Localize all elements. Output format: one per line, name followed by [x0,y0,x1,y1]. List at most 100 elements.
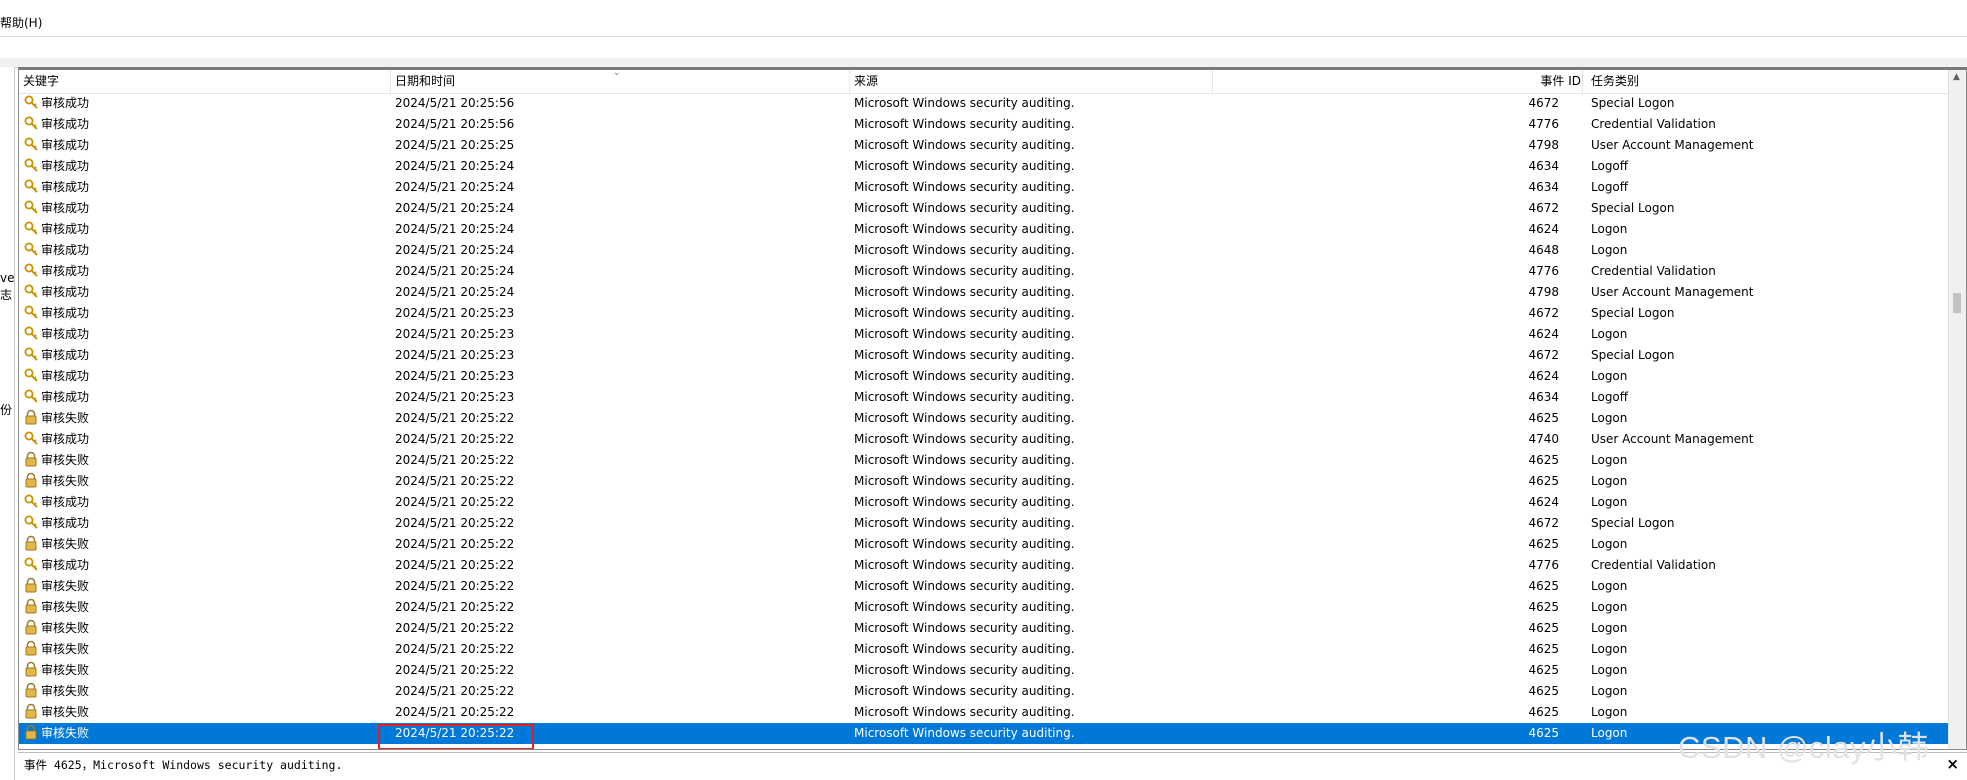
cell-task-category: Logon [1591,474,1628,488]
column-header-keyword[interactable]: 关键字 [19,70,391,93]
cell-datetime: 2024/5/21 20:25:24 [395,243,515,257]
table-row[interactable]: 审核成功 2024/5/21 20:25:56 Microsoft Windows … [19,93,1949,114]
cell-task-category: Logon [1591,600,1628,614]
cell-task-category: Logon [1591,453,1628,467]
chevron-up-icon[interactable]: ▲ [1953,72,1960,82]
vertical-scrollbar[interactable]: ▲ [1948,70,1966,749]
cell-datetime: 2024/5/21 20:25:56 [395,96,515,110]
cell-event-id: 4672 [1528,516,1559,530]
column-header-row: 关键字 日期和时间 ⌄ 来源 事件 ID 任务类别 [19,70,1966,94]
cell-source: Microsoft Windows security auditing. [854,348,1075,362]
table-row[interactable]: 审核失败 2024/5/21 20:25:22 Microsoft Windows … [19,723,1949,749]
table-row[interactable]: 审核成功 2024/5/21 20:25:22 Microsoft Windows … [19,492,1949,513]
table-row[interactable]: 审核成功 2024/5/21 20:25:23 Microsoft Windows … [19,366,1949,387]
cell-task-category: Logon [1591,537,1628,551]
key-icon [24,305,38,319]
table-row[interactable]: 审核成功 2024/5/21 20:25:24 Microsoft Windows … [19,282,1949,303]
cell-event-id: 4625 [1528,600,1559,614]
table-row[interactable]: 审核失败 2024/5/21 20:25:22 Microsoft Windows … [19,681,1949,702]
table-row[interactable]: 审核失败 2024/5/21 20:25:22 Microsoft Windows … [19,576,1949,597]
table-row[interactable]: 审核失败 2024/5/21 20:25:22 Microsoft Windows … [19,597,1949,618]
cell-source: Microsoft Windows security auditing. [854,411,1075,425]
cell-event-id: 4672 [1528,96,1559,110]
table-row[interactable]: 审核成功 2024/5/21 20:25:24 Microsoft Windows … [19,240,1949,261]
cell-task-category: Special Logon [1591,348,1675,362]
cell-datetime: 2024/5/21 20:25:22 [395,558,515,572]
cell-source: Microsoft Windows security auditing. [854,600,1075,614]
cell-keyword: 审核成功 [23,387,403,408]
column-header-source[interactable]: 来源 [850,70,1213,93]
cell-datetime: 2024/5/21 20:25:22 [395,621,515,635]
table-row[interactable]: 审核失败 2024/5/21 20:25:22 Microsoft Windows … [19,660,1949,681]
cell-keyword: 审核成功 [23,492,403,513]
cell-keyword-text: 审核失败 [41,537,90,551]
left-navigation-pane[interactable]: ve 志 份 [0,67,15,780]
table-row[interactable]: 审核成功 2024/5/21 20:25:24 Microsoft Windows … [19,261,1949,282]
table-row[interactable]: 审核成功 2024/5/21 20:25:24 Microsoft Windows … [19,198,1949,219]
cell-source: Microsoft Windows security auditing. [854,180,1075,194]
cell-source: Microsoft Windows security auditing. [854,96,1075,110]
cell-event-id: 4672 [1528,201,1559,215]
cell-task-category: User Account Management [1591,138,1754,152]
table-row[interactable]: 审核成功 2024/5/21 20:25:24 Microsoft Windows … [19,219,1949,240]
table-row[interactable]: 审核失败 2024/5/21 20:25:22 Microsoft Windows … [19,471,1949,492]
cell-keyword-text: 审核成功 [41,390,90,404]
scrollbar-thumb[interactable] [1953,293,1961,313]
cell-datetime: 2024/5/21 20:25:24 [395,159,515,173]
cell-keyword: 审核成功 [23,366,403,387]
cell-source: Microsoft Windows security auditing. [854,558,1075,572]
table-row[interactable]: 审核失败 2024/5/21 20:25:22 Microsoft Windows … [19,618,1949,639]
table-row[interactable]: 审核成功 2024/5/21 20:25:22 Microsoft Windows … [19,555,1949,576]
cell-datetime: 2024/5/21 20:25:24 [395,180,515,194]
cell-event-id: 4634 [1528,159,1559,173]
cell-keyword-text: 审核失败 [41,663,90,677]
table-row[interactable]: 审核成功 2024/5/21 20:25:23 Microsoft Windows … [19,387,1949,408]
table-row[interactable]: 审核失败 2024/5/21 20:25:22 Microsoft Windows … [19,702,1949,723]
table-row[interactable]: 审核成功 2024/5/21 20:25:22 Microsoft Windows … [19,429,1949,450]
cell-source: Microsoft Windows security auditing. [854,726,1075,740]
table-row[interactable]: 审核失败 2024/5/21 20:25:22 Microsoft Windows … [19,408,1949,429]
cell-datetime: 2024/5/21 20:25:23 [395,390,515,404]
cell-task-category: Logon [1591,495,1628,509]
cell-keyword: 审核失败 [23,576,403,597]
cell-keyword-text: 审核成功 [41,432,90,446]
cell-keyword-text: 审核成功 [41,138,90,152]
cell-datetime: 2024/5/21 20:25:22 [395,516,515,530]
table-row[interactable]: 审核成功 2024/5/21 20:25:25 Microsoft Windows … [19,135,1949,156]
cell-keyword-text: 审核成功 [41,159,90,173]
cell-datetime: 2024/5/21 20:25:22 [395,663,515,677]
cell-keyword-text: 审核失败 [41,600,90,614]
table-row[interactable]: 审核成功 2024/5/21 20:25:22 Microsoft Windows … [19,513,1949,534]
table-row[interactable]: 审核失败 2024/5/21 20:25:22 Microsoft Windows … [19,639,1949,660]
event-list-grid[interactable]: 关键字 日期和时间 ⌄ 来源 事件 ID 任务类别 审核成功 2024/5/21 … [18,67,1967,750]
cell-keyword-text: 审核失败 [41,411,90,425]
cell-event-id: 4634 [1528,180,1559,194]
table-row[interactable]: 审核成功 2024/5/21 20:25:24 Microsoft Windows … [19,177,1949,198]
close-icon[interactable]: × [1946,755,1959,773]
menu-help[interactable]: 帮助(H) [0,16,42,30]
cell-datetime: 2024/5/21 20:25:22 [395,642,515,656]
cell-datetime: 2024/5/21 20:25:23 [395,327,515,341]
cell-task-category: Logoff [1591,390,1629,404]
cell-keyword: 审核成功 [23,177,403,198]
cell-source: Microsoft Windows security auditing. [854,327,1075,341]
table-row[interactable]: 审核成功 2024/5/21 20:25:23 Microsoft Windows … [19,345,1949,366]
cell-event-id: 4798 [1528,138,1559,152]
table-row[interactable]: 审核成功 2024/5/21 20:25:24 Microsoft Windows … [19,156,1949,177]
lock-icon [25,619,37,635]
table-row[interactable]: 审核成功 2024/5/21 20:25:23 Microsoft Windows … [19,324,1949,345]
table-row[interactable]: 审核失败 2024/5/21 20:25:22 Microsoft Windows … [19,450,1949,471]
table-row[interactable]: 审核失败 2024/5/21 20:25:22 Microsoft Windows … [19,534,1949,555]
cell-task-category: Special Logon [1591,516,1675,530]
cell-keyword-text: 审核成功 [41,327,90,341]
cell-source: Microsoft Windows security auditing. [854,579,1075,593]
cell-source: Microsoft Windows security auditing. [854,537,1075,551]
cell-task-category: Logon [1591,642,1628,656]
table-row[interactable]: 审核成功 2024/5/21 20:25:23 Microsoft Windows … [19,303,1949,324]
cell-task-category: Logon [1591,327,1628,341]
table-row[interactable]: 审核成功 2024/5/21 20:25:56 Microsoft Windows … [19,114,1949,135]
cell-task-category: Special Logon [1591,96,1675,110]
key-icon [24,179,38,193]
column-header-task-category[interactable]: 任务类别 [1587,70,1949,93]
column-header-event-id[interactable]: 事件 ID [1213,70,1587,93]
